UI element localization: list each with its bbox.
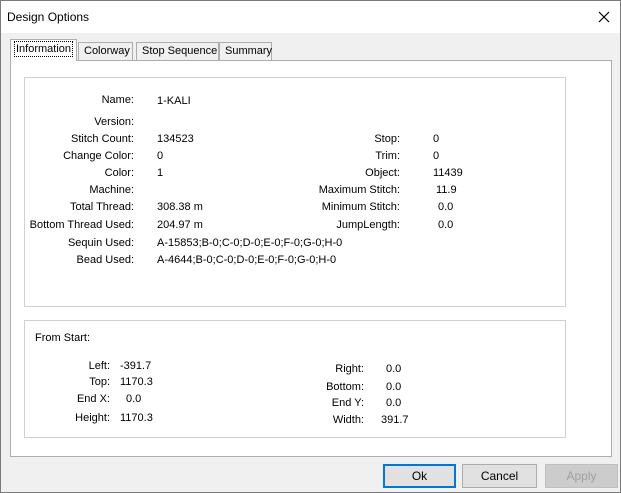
trim-value: 0 [433, 150, 440, 162]
color-label: Color: [104, 167, 134, 179]
max-stitch-label: Maximum Stitch: [318, 184, 400, 196]
bottom-thread-label: Bottom Thread Used: [29, 219, 134, 231]
height-label: Height: [75, 412, 110, 424]
tab-stop-sequence[interactable]: Stop Sequence [136, 42, 219, 60]
bottom-label: Bottom: [326, 381, 364, 393]
name-value: 1-KALI [157, 95, 191, 107]
bottom-value: 0.0 [386, 381, 402, 393]
max-stitch-value: 11.9 [436, 184, 457, 196]
object-label: Object: [365, 167, 400, 179]
right-value: 0.0 [386, 363, 402, 375]
right-label: Right: [335, 363, 364, 375]
trim-label: Trim: [375, 150, 400, 162]
width-label: Width: [332, 414, 364, 426]
apply-button[interactable]: Apply [545, 464, 618, 488]
stop-label: Stop: [374, 133, 400, 145]
change-color-value: 0 [157, 150, 164, 162]
end-y-label: End Y: [331, 397, 364, 409]
tab-information[interactable]: Information [10, 39, 78, 61]
bottom-thread-value: 204.97 m [157, 219, 203, 231]
height-value: 1170.3 [120, 412, 153, 424]
name-label: Name: [101, 94, 134, 106]
object-value: 11439 [433, 167, 463, 179]
total-thread-label: Total Thread: [69, 201, 134, 213]
top-value: 1170.3 [120, 376, 153, 388]
jump-length-label: JumpLength: [336, 219, 400, 231]
min-stitch-label: Minimum Stitch: [321, 201, 400, 213]
machine-label: Machine: [89, 184, 134, 196]
close-button[interactable] [588, 1, 620, 33]
title-bar: Design Options [1, 1, 620, 33]
design-options-dialog: Design Options Information Colorway Stop… [0, 0, 621, 493]
stitch-count-value: 134523 [157, 133, 194, 145]
cancel-button[interactable]: Cancel [462, 464, 537, 488]
left-label: Left: [88, 360, 110, 372]
end-y-value: 0.0 [386, 397, 402, 409]
jump-length-value: 0.0 [438, 219, 454, 231]
stitch-count-label: Stitch Count: [71, 133, 134, 145]
change-color-label: Change Color: [63, 150, 134, 162]
tab-colorway[interactable]: Colorway [78, 42, 133, 60]
from-start-title: From Start: [35, 332, 91, 344]
ok-button[interactable]: Ok [383, 464, 456, 488]
min-stitch-value: 0.0 [438, 201, 454, 213]
design-info-group: Name: 1-KALI Version: Stitch Count: 1345… [24, 77, 566, 307]
total-thread-value: 308.38 m [157, 201, 203, 213]
from-start-group: From Start: Left: -391.7 Top: 1170.3 End… [24, 320, 566, 438]
bead-value: A-4644;B-0;C-0;D-0;E-0;F-0;G-0;H-0 [157, 254, 337, 266]
close-icon [598, 11, 610, 23]
bead-label: Bead Used: [76, 254, 134, 266]
tab-summary[interactable]: Summary [219, 42, 272, 60]
information-panel: Name: 1-KALI Version: Stitch Count: 1345… [10, 60, 612, 457]
sequin-label: Sequin Used: [67, 237, 134, 249]
width-value: 391.7 [381, 414, 409, 426]
color-value: 1 [157, 167, 164, 179]
end-x-value: 0.0 [126, 393, 142, 405]
left-value: -391.7 [120, 360, 152, 372]
end-x-label: End X: [76, 393, 110, 405]
stop-value: 0 [433, 133, 440, 145]
top-label: Top: [89, 376, 110, 388]
sequin-value: A-15853;B-0;C-0;D-0;E-0;F-0;G-0;H-0 [157, 237, 343, 249]
version-label: Version: [94, 116, 134, 128]
dialog-title: Design Options [7, 10, 90, 24]
